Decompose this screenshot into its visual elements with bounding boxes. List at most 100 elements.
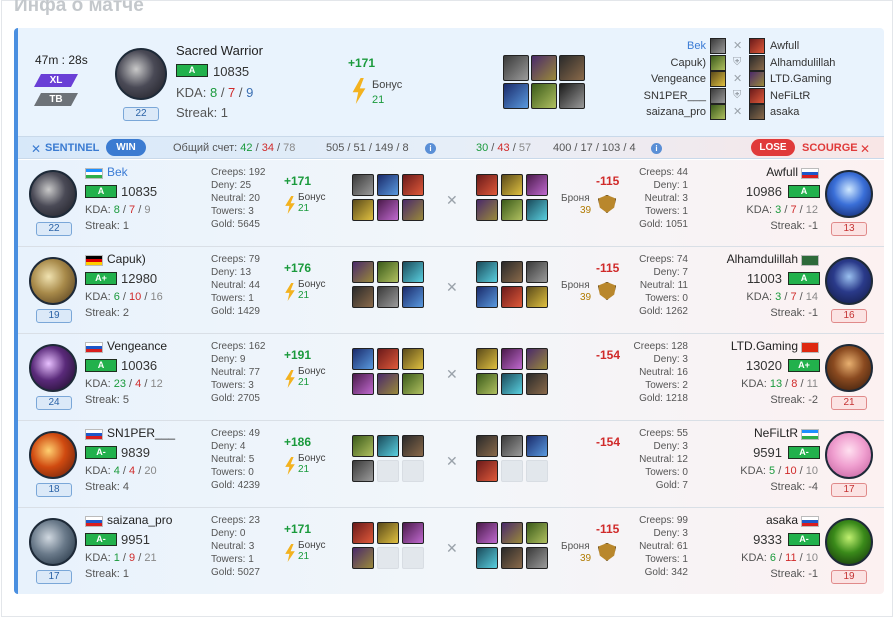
kda: KDA: 6 / 10 / 16 [85, 291, 163, 303]
left-player-name[interactable]: Bek [107, 165, 128, 179]
armor-label: Броня [561, 193, 590, 204]
vs-player-name[interactable]: Awfull [770, 40, 880, 52]
right-player-name[interactable]: asaka [706, 513, 798, 527]
hero-portrait[interactable] [115, 48, 167, 100]
left-hero-portrait[interactable] [29, 257, 77, 305]
item-icon[interactable] [402, 286, 424, 308]
streak: Streak: 2 [85, 307, 130, 319]
right-hero-portrait[interactable] [825, 257, 873, 305]
info-icon[interactable]: i [425, 142, 436, 154]
item-icon[interactable] [377, 174, 399, 196]
stat-line: Gold: 342 [644, 567, 688, 578]
item-icon[interactable] [526, 348, 548, 370]
item-icon[interactable] [377, 373, 399, 395]
item-icon[interactable] [377, 348, 399, 370]
vs-player-name[interactable]: Vengeance [578, 73, 706, 85]
right-hero-portrait[interactable] [825, 431, 873, 479]
left-hero-portrait[interactable] [29, 518, 77, 566]
item-icon[interactable] [352, 522, 374, 544]
item-icon[interactable] [526, 286, 548, 308]
right-hero-portrait[interactable] [825, 344, 873, 392]
player-name[interactable]: Sacred Warrior [176, 43, 263, 58]
item-icon[interactable] [377, 199, 399, 221]
item-icon[interactable] [352, 199, 374, 221]
empty-item-slot [377, 460, 399, 482]
item-icon[interactable] [476, 522, 498, 544]
item-icon[interactable] [352, 373, 374, 395]
right-hero-portrait[interactable] [825, 518, 873, 566]
right-hero-portrait[interactable] [825, 170, 873, 218]
item-icon[interactable] [501, 174, 523, 196]
item-icon[interactable] [501, 547, 523, 569]
item-icon[interactable] [476, 348, 498, 370]
right-player-name[interactable]: LTD.Gaming [706, 339, 798, 353]
item-icon[interactable] [352, 348, 374, 370]
vs-player-name[interactable]: asaka [770, 106, 880, 118]
bolt-icon [285, 457, 295, 475]
item-icon[interactable] [352, 547, 374, 569]
vs-player-name[interactable]: Capuk) [578, 57, 706, 69]
item-icon[interactable] [402, 174, 424, 196]
left-hero-portrait[interactable] [29, 431, 77, 479]
item-icon[interactable] [501, 261, 523, 283]
item-icon[interactable] [526, 547, 548, 569]
right-player-name[interactable]: NeFiLtR [706, 426, 798, 440]
kda: KDA: 5 / 10 / 10 [740, 465, 818, 477]
item-icon[interactable] [501, 373, 523, 395]
item-icon[interactable] [402, 348, 424, 370]
info-icon[interactable]: i [651, 142, 662, 154]
item-icon[interactable] [352, 460, 374, 482]
item-icon[interactable] [476, 199, 498, 221]
vs-player-name[interactable]: SN1PER___ [578, 90, 706, 102]
left-player-name[interactable]: saizana_pro [107, 513, 172, 527]
item-icon[interactable] [352, 286, 374, 308]
vs-player-name[interactable]: saizana_pro [578, 106, 706, 118]
item-icon[interactable] [526, 174, 548, 196]
left-player-name[interactable]: Capuk) [107, 252, 146, 266]
vs-player-name[interactable]: Bek [578, 40, 706, 52]
item-icon[interactable] [402, 435, 424, 457]
item-icon[interactable] [501, 199, 523, 221]
item-icon[interactable] [526, 261, 548, 283]
item-icon[interactable] [526, 199, 548, 221]
stat-line: Towers: 1 [645, 206, 688, 217]
item-icon[interactable] [526, 435, 548, 457]
item-icon[interactable] [526, 522, 548, 544]
stat-line: Neutral: 12 [639, 454, 688, 465]
item-icon[interactable] [476, 547, 498, 569]
item-slots [476, 348, 548, 395]
item-icon[interactable] [501, 348, 523, 370]
left-hero-portrait[interactable] [29, 170, 77, 218]
item-icon[interactable] [352, 261, 374, 283]
item-icon[interactable] [377, 522, 399, 544]
right-player-name[interactable]: Alhamdulillah [706, 252, 798, 266]
vs-player-name[interactable]: Alhamdulillah [770, 57, 880, 69]
item-icon[interactable] [476, 286, 498, 308]
vs-player-name[interactable]: LTD.Gaming [770, 73, 880, 85]
item-icon[interactable] [402, 373, 424, 395]
left-hero-portrait[interactable] [29, 344, 77, 392]
hero-level: 21 [831, 396, 867, 410]
item-icon[interactable] [476, 435, 498, 457]
item-icon[interactable] [501, 435, 523, 457]
left-player-name[interactable]: SN1PER___ [107, 426, 175, 440]
item-icon[interactable] [476, 373, 498, 395]
right-player-name[interactable]: Awfull [706, 165, 798, 179]
item-icon[interactable] [476, 460, 498, 482]
item-icon[interactable] [377, 286, 399, 308]
sentinel-label: SENTINEL [45, 142, 100, 154]
item-icon[interactable] [476, 174, 498, 196]
item-icon[interactable] [402, 261, 424, 283]
item-icon[interactable] [526, 373, 548, 395]
left-player-name[interactable]: Vengeance [107, 339, 167, 353]
item-icon[interactable] [377, 261, 399, 283]
item-icon[interactable] [377, 435, 399, 457]
item-icon[interactable] [501, 522, 523, 544]
item-icon[interactable] [352, 174, 374, 196]
vs-player-name[interactable]: NeFiLtR [770, 90, 880, 102]
item-icon[interactable] [501, 286, 523, 308]
item-icon[interactable] [352, 435, 374, 457]
item-icon[interactable] [476, 261, 498, 283]
item-icon[interactable] [402, 522, 424, 544]
item-icon[interactable] [402, 199, 424, 221]
